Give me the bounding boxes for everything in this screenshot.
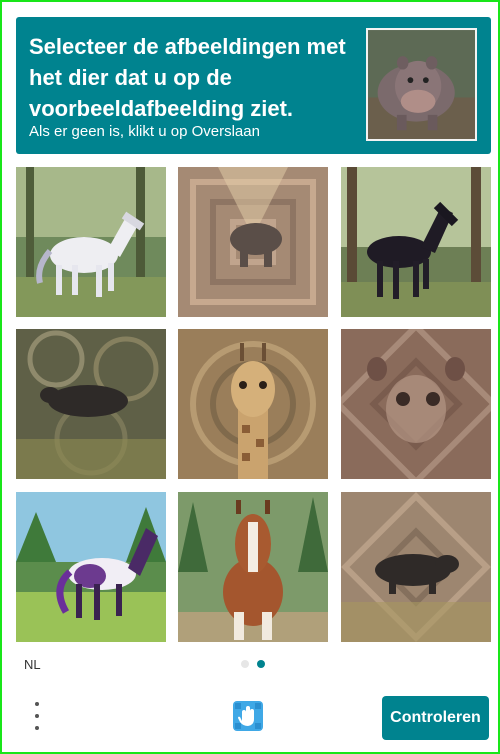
tile-2-distorted-shadow[interactable]: [178, 167, 328, 317]
image-grid: [16, 167, 491, 642]
example-image-hippo: [366, 28, 477, 141]
vertical-dots-icon[interactable]: [30, 700, 44, 734]
tile-8-brown-horse[interactable]: [178, 492, 328, 642]
tile-3-black-horse[interactable]: [341, 167, 491, 317]
challenge-title: Selecteer de afbeeldingen met het dier d…: [29, 34, 346, 121]
tile-9-distorted-hippo[interactable]: [341, 492, 491, 642]
tile-4-distorted-hippo[interactable]: [16, 329, 166, 479]
challenge-subtitle: Als er geen is, klikt u op Overslaan: [29, 123, 260, 140]
tile-1-white-horse[interactable]: [16, 167, 166, 317]
tile-7-purple-horse[interactable]: [16, 492, 166, 642]
language-selector[interactable]: NL: [24, 657, 41, 672]
page-dot-1: [241, 660, 249, 668]
challenge-header: Selecteer de afbeeldingen met het dier d…: [16, 17, 491, 154]
page-dot-2-active: [257, 660, 265, 668]
hcaptcha-hand-logo-icon[interactable]: [231, 699, 265, 733]
tile-5-giraffe[interactable]: [178, 329, 328, 479]
captcha-frame: Selecteer de afbeeldingen met het dier d…: [0, 0, 500, 754]
tile-6-distorted-animal[interactable]: [341, 329, 491, 479]
verify-button[interactable]: Controleren: [382, 696, 489, 740]
